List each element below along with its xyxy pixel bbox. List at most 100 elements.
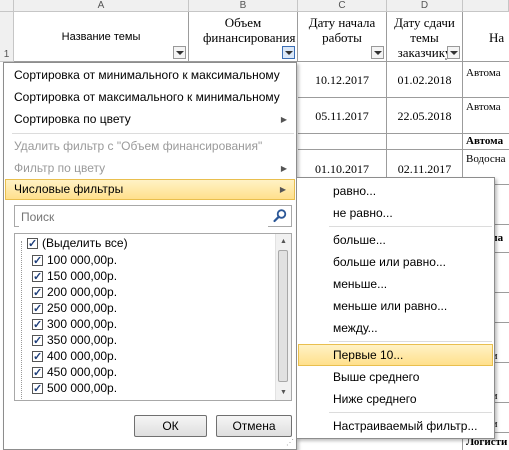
list-item-label: 100 000,00р. — [47, 253, 118, 267]
checkbox-checked[interactable] — [32, 269, 43, 285]
number-filters-label: Числовые фильтры — [14, 182, 124, 196]
sort-descending-label: Сортировка от максимального к минимально… — [14, 90, 280, 104]
filter-not-equals-item[interactable]: не равно... — [298, 202, 493, 224]
checkbox-checked[interactable] — [27, 236, 38, 252]
checkbox-checked[interactable] — [32, 381, 43, 397]
header-cell-start-date[interactable]: Дату начала работы — [298, 12, 387, 62]
filter-less-label: меньше... — [333, 277, 388, 291]
values-list: (Выделить все) 100 000,00р. 150 000,00р.… — [14, 233, 292, 401]
header-cell-end-date[interactable]: Дату сдачи темы заказчику — [387, 12, 463, 62]
header-cell-name[interactable]: На — [463, 12, 509, 62]
list-item[interactable]: 500 000,00р. — [32, 380, 118, 397]
checkbox-checked[interactable] — [32, 333, 43, 349]
sort-by-color-label: Сортировка по цвету — [14, 112, 131, 126]
sort-by-color-item[interactable]: Сортировка по цвету ▶ — [5, 109, 295, 130]
cell-name[interactable]: Автома — [463, 134, 509, 150]
sort-ascending-item[interactable]: Сортировка от минимального к максимально… — [5, 65, 295, 86]
filter-by-color-item: Фильтр по цвету ▶ — [5, 158, 295, 179]
number-filters-submenu: равно... не равно... больше... больше ил… — [296, 177, 495, 439]
cell-end-date[interactable]: 22.05.2018 — [387, 98, 463, 134]
ok-button[interactable]: ОК — [134, 415, 207, 437]
header-cell-topic[interactable]: Название темы — [14, 12, 189, 62]
cell-name[interactable]: Автома — [463, 62, 509, 98]
header-name-text: На — [489, 30, 505, 45]
filter-less-equal-label: меньше или равно... — [333, 299, 448, 313]
number-filters-item[interactable]: Числовые фильтры ▶ — [5, 179, 295, 200]
list-item[interactable]: 300 000,00р. — [32, 316, 118, 333]
list-item-label: 500 000,00р. — [47, 381, 118, 395]
filter-below-average-label: Ниже среднего — [333, 392, 417, 406]
select-all-corner[interactable] — [0, 0, 14, 12]
filter-above-average-item[interactable]: Выше среднего — [298, 366, 493, 388]
filter-equals-label: равно... — [333, 184, 377, 198]
cell-start-date[interactable] — [298, 134, 387, 150]
header-funding-text: Объем финансирования — [203, 15, 296, 45]
filter-between-item[interactable]: между... — [298, 317, 493, 339]
list-item[interactable]: 200 000,00р. — [32, 284, 118, 301]
filter-dropdown-button[interactable] — [447, 46, 460, 59]
checkbox-checked[interactable] — [32, 301, 43, 317]
column-header-e[interactable] — [463, 0, 509, 12]
custom-filter-label: Настраиваемый фильтр... — [333, 419, 478, 433]
search-icon[interactable] — [272, 208, 288, 224]
filter-below-average-item[interactable]: Ниже среднего — [298, 388, 493, 410]
header-topic-text: Название темы — [61, 31, 141, 43]
filter-dropdown-button[interactable] — [371, 46, 384, 59]
filter-top-10-item[interactable]: Первые 10... — [298, 344, 493, 366]
scroll-up-icon[interactable]: ▲ — [276, 234, 291, 249]
filter-dropdown-button-active[interactable] — [282, 46, 295, 59]
filter-between-label: между... — [333, 321, 378, 335]
checkbox-checked[interactable] — [32, 285, 43, 301]
filter-dropdown-button[interactable] — [173, 46, 186, 59]
column-header-d[interactable]: D — [387, 0, 463, 12]
resize-grip-icon[interactable]: ⋰ — [286, 438, 294, 447]
tree-line — [21, 241, 28, 400]
filter-greater-label: больше... — [333, 233, 386, 247]
list-item[interactable]: 400 000,00р. — [32, 348, 117, 365]
list-item[interactable]: 350 000,00р. — [32, 332, 117, 349]
scrollbar-thumb[interactable] — [278, 250, 288, 382]
filter-less-item[interactable]: меньше... — [298, 273, 493, 295]
list-item[interactable]: 100 000,00р. — [32, 252, 118, 269]
clear-filter-label: Удалить фильтр с "Объем финансирования" — [14, 139, 263, 153]
cell-end-date[interactable] — [387, 134, 463, 150]
checkbox-checked[interactable] — [32, 317, 43, 333]
list-item[interactable]: 450 000,00р. — [32, 364, 117, 381]
menu-separator — [329, 226, 492, 227]
search-field[interactable] — [14, 205, 292, 227]
list-item[interactable]: 250 000,00р. — [32, 300, 117, 317]
checkbox-checked[interactable] — [32, 349, 43, 365]
sort-descending-item[interactable]: Сортировка от максимального к минимально… — [5, 87, 295, 108]
cell-start-date[interactable]: 10.12.2017 — [298, 62, 387, 98]
filter-greater-equal-label: больше или равно... — [333, 255, 446, 269]
header-cell-funding[interactable]: Объем финансирования — [189, 12, 298, 62]
filter-above-average-label: Выше среднего — [333, 370, 420, 384]
scroll-down-icon[interactable]: ▼ — [276, 385, 291, 400]
list-item-label: 200 000,00р. — [47, 285, 118, 299]
cell-start-date[interactable]: 05.11.2017 — [298, 98, 387, 134]
filter-greater-item[interactable]: больше... — [298, 229, 493, 251]
filter-greater-equal-item[interactable]: больше или равно... — [298, 251, 493, 273]
cell-name[interactable]: Автома — [463, 98, 509, 134]
custom-filter-item[interactable]: Настраиваемый фильтр... — [298, 415, 493, 437]
menu-separator — [329, 412, 492, 413]
filter-not-equals-label: не равно... — [333, 206, 393, 220]
filter-equals-item[interactable]: равно... — [298, 180, 493, 202]
list-scrollbar[interactable]: ▲ ▼ — [275, 234, 291, 400]
filter-less-equal-item[interactable]: меньше или равно... — [298, 295, 493, 317]
checkbox-checked[interactable] — [32, 253, 43, 269]
row-header-1[interactable]: 1 — [0, 12, 14, 62]
filter-by-color-label: Фильтр по цвету — [14, 161, 106, 175]
menu-separator — [329, 341, 492, 342]
column-header-c[interactable]: C — [298, 0, 387, 12]
column-header-b[interactable]: B — [189, 0, 298, 12]
sort-ascending-label: Сортировка от минимального к максимально… — [14, 68, 280, 82]
list-item-select-all[interactable]: (Выделить все) — [27, 235, 128, 252]
list-item[interactable]: 150 000,00р. — [32, 268, 117, 285]
cell-end-date[interactable]: 01.02.2018 — [387, 62, 463, 98]
checkbox-checked[interactable] — [32, 365, 43, 381]
cancel-button[interactable]: Отмена — [216, 415, 292, 437]
column-header-a[interactable]: A — [14, 0, 189, 12]
list-item-label: 300 000,00р. — [47, 317, 118, 331]
search-input[interactable] — [19, 207, 268, 227]
